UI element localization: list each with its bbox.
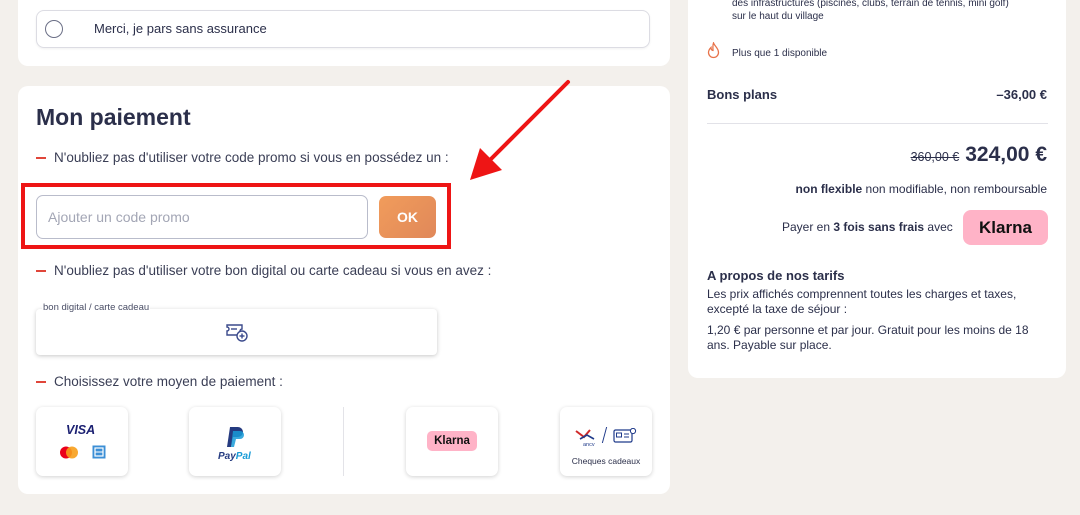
ticket-add-icon[interactable]	[225, 321, 249, 348]
insurance-card: Merci, je pars sans assurance	[18, 0, 670, 66]
cheques-label: Cheques cadeaux	[571, 456, 641, 466]
paypal-p-icon	[226, 425, 246, 454]
visa-logo: VISA	[66, 423, 96, 437]
separator-slash	[601, 427, 608, 443]
method-hint: Choisissez votre moyen de paiement :	[36, 374, 283, 389]
summary-divider	[707, 123, 1048, 124]
pricing-title: A propos de nos tarifs	[707, 268, 845, 283]
booking-summary: des infrastructures (piscines, clubs, te…	[688, 0, 1066, 378]
methods-divider	[343, 407, 344, 476]
price-block: 360,00 € 324,00 €	[911, 143, 1047, 167]
pricing-text-2: 1,20 € par personne et par jour. Gratuit…	[707, 323, 1029, 352]
klarna-logo: Klarna	[427, 431, 477, 451]
bullet-dash	[36, 270, 46, 273]
no-insurance-option[interactable]: Merci, je pars sans assurance	[36, 10, 650, 48]
radio-button[interactable]	[45, 20, 63, 38]
flame-icon	[707, 41, 720, 64]
amenities-text: des infrastructures (piscines, clubs, te…	[732, 0, 1009, 22]
gift-card-field[interactable]: bon digital / carte cadeau	[36, 302, 437, 355]
bullet-dash	[36, 381, 46, 384]
section-title: Mon paiement	[36, 104, 191, 130]
pricing-text-1: Les prix affichés comprennent toutes les…	[707, 287, 1017, 316]
annotation-arrow	[470, 80, 570, 180]
gift-hint: N'oubliez pas d'utiliser votre bon digit…	[36, 263, 491, 278]
deals-value: –36,00 €	[996, 87, 1047, 102]
bullet-dash	[36, 157, 46, 160]
cheques-cadeaux-option[interactable]: ancv Cheques cadeaux	[560, 407, 652, 476]
deals-label: Bons plans	[707, 87, 778, 102]
cb-card-icon	[92, 445, 106, 464]
availability-text: Plus que 1 disponible	[732, 48, 828, 59]
highlight-annotation	[21, 183, 451, 249]
mastercard-icon	[59, 446, 79, 464]
klarna-badge: Klarna	[963, 210, 1048, 245]
gift-card-label: bon digital / carte cadeau	[42, 302, 151, 313]
paypal-option[interactable]: PayPal	[189, 407, 281, 476]
no-insurance-label: Merci, je pars sans assurance	[94, 21, 267, 36]
klarna-option[interactable]: Klarna	[406, 407, 498, 476]
total-price: 324,00 €	[965, 143, 1047, 166]
old-price: 360,00 €	[910, 150, 960, 164]
paypal-wordmark: PayPal	[218, 451, 251, 462]
gift-card-icon	[613, 427, 637, 449]
flexibility-text: non flexible non modifiable, non rembour…	[795, 182, 1047, 196]
klarna-offer-text: Payer en 3 fois sans frais avec	[782, 220, 953, 234]
pay-card-option[interactable]: VISA	[36, 407, 128, 476]
ancv-label: ancv	[583, 442, 595, 448]
promo-hint: N'oubliez pas d'utiliser votre code prom…	[36, 150, 449, 165]
